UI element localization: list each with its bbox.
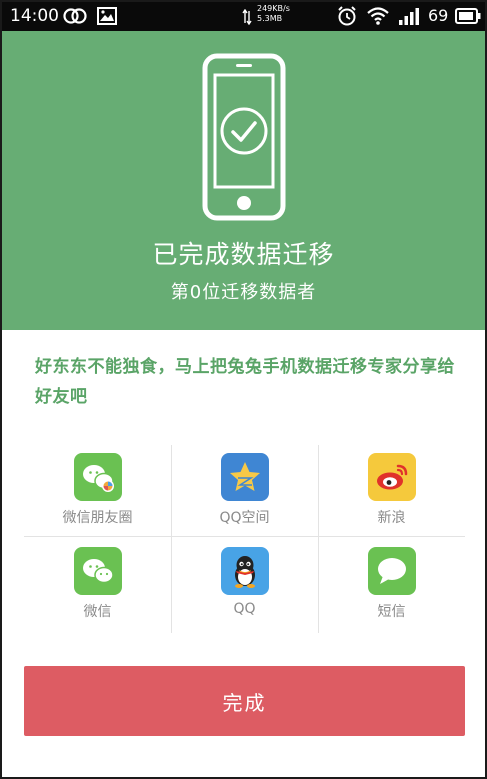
share-target-label: 微信朋友圈: [62, 510, 133, 526]
share-target-label: QQ空间: [219, 510, 270, 526]
qq-icon: [220, 547, 269, 595]
wechat-icon: [73, 547, 122, 595]
speed-total: 5.3MB: [257, 14, 283, 23]
header-title: 已完成数据迁移: [152, 240, 335, 269]
status-time: 14:00: [10, 6, 59, 26]
wifi-icon: [366, 6, 390, 30]
share-target-qzone[interactable]: QQ空间: [171, 445, 318, 539]
share-grid: 微信朋友圈 QQ空间 新浪 微信 QQ 短信: [24, 445, 465, 633]
status-bar: 14:00 249KB/s 5.3MB 69: [2, 2, 485, 31]
signal-icon: [396, 6, 422, 30]
battery-icon: [455, 8, 481, 28]
header-subtitle: 第0位迁移数据者: [170, 282, 317, 303]
share-target-sms[interactable]: 短信: [318, 539, 465, 633]
share-prompt: 好东东不能独食，马上把兔兔手机数据迁移专家分享给好友吧: [35, 357, 455, 407]
data-arrows-icon: [242, 8, 252, 29]
share-target-qq[interactable]: QQ: [171, 539, 318, 633]
phone-check-icon: [202, 53, 286, 225]
done-button[interactable]: 完成: [24, 666, 465, 736]
share-target-label: QQ: [233, 601, 256, 617]
share-target-label: 新浪: [377, 510, 406, 526]
network-speed: 249KB/s 5.3MB: [257, 4, 290, 24]
header-banner: 已完成数据迁移 第0位迁移数据者: [2, 31, 485, 330]
qzone-icon: [220, 453, 269, 501]
wechat-moments-icon: [73, 453, 122, 501]
share-target-wechat-moments[interactable]: 微信朋友圈: [24, 445, 171, 539]
sms-icon: [367, 547, 416, 595]
share-target-weibo[interactable]: 新浪: [318, 445, 465, 539]
share-target-label: 短信: [377, 604, 406, 620]
speed-rate: 249KB/s: [257, 4, 290, 13]
app-screen: 14:00 249KB/s 5.3MB 69 已完成数据迁移 第0位迁移数据者 …: [0, 0, 487, 779]
image-icon: [97, 7, 117, 29]
share-target-label: 微信: [83, 604, 112, 620]
weibo-icon: [367, 453, 416, 501]
battery-level: 69: [428, 6, 449, 25]
alarm-icon: [336, 5, 358, 31]
link-icon: [62, 7, 88, 29]
share-target-wechat[interactable]: 微信: [24, 539, 171, 633]
